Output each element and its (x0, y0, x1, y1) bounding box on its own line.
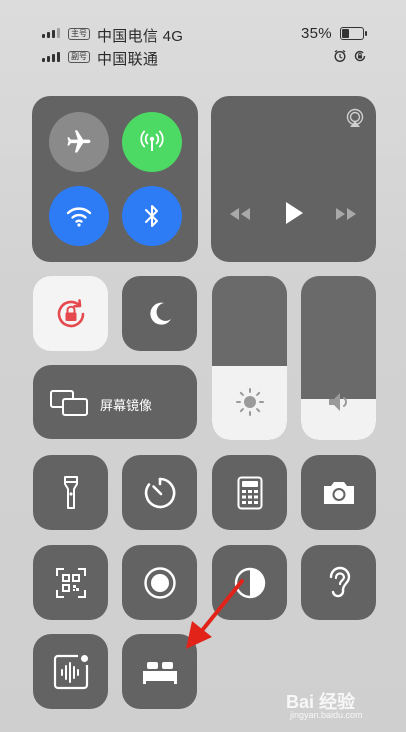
screen-mirroring-button[interactable]: 屏幕镜像 (33, 365, 197, 439)
orientation-lock-toggle[interactable] (33, 276, 108, 351)
fast-forward-icon[interactable] (334, 206, 358, 222)
sound-recognition-icon (53, 654, 88, 689)
volume-slider[interactable] (301, 276, 376, 440)
cellular-antenna-icon (140, 130, 164, 151)
battery-tip (365, 31, 367, 36)
sim2-signal-icon (42, 52, 60, 62)
connectivity-panel (32, 96, 198, 262)
cellular-data-toggle[interactable] (122, 112, 182, 172)
screen-mirroring-label: 屏幕镜像 (100, 398, 153, 413)
orientation-lock-icon (57, 298, 84, 327)
brightness-slider[interactable] (212, 276, 287, 440)
camera-icon (323, 481, 354, 504)
flashlight-icon (63, 475, 78, 509)
wifi-icon (66, 207, 92, 227)
moon-icon (149, 302, 171, 325)
screen-record-icon (143, 566, 176, 599)
sound-recognition-button[interactable] (33, 634, 108, 709)
annotation-arrow-icon (186, 579, 244, 649)
sim2-carrier: 中国联通 (97, 51, 159, 68)
ear-icon (329, 566, 350, 597)
sim1-carrier: 中国电信 4G (97, 28, 184, 45)
battery-icon (340, 27, 364, 40)
timer-button[interactable] (122, 455, 197, 530)
play-icon[interactable] (284, 201, 304, 225)
airplay-icon[interactable] (345, 108, 365, 128)
sim1-signal-icon (42, 28, 60, 38)
calculator-icon (237, 476, 262, 509)
flashlight-button[interactable] (33, 455, 108, 530)
calculator-button[interactable] (212, 455, 287, 530)
airplane-icon (67, 130, 91, 153)
sim1-badge: 主号 (68, 28, 90, 40)
bed-icon (142, 661, 177, 684)
do-not-disturb-toggle[interactable] (122, 276, 197, 351)
hearing-button[interactable] (301, 545, 376, 620)
bluetooth-toggle[interactable] (122, 186, 182, 246)
brightness-icon (236, 388, 264, 416)
alarm-icon (334, 49, 346, 63)
orientation-lock-status-icon (354, 50, 366, 62)
timer-icon (144, 477, 175, 508)
screen-mirroring-icon (50, 390, 88, 416)
rewind-icon[interactable] (228, 206, 252, 222)
watermark-url: jingyan.baidu.com (290, 710, 363, 720)
battery-fill (342, 29, 349, 38)
qr-code-scanner-button[interactable] (33, 545, 108, 620)
bluetooth-icon (145, 205, 158, 227)
qr-code-icon (55, 567, 86, 598)
camera-button[interactable] (301, 455, 376, 530)
wifi-toggle[interactable] (49, 186, 109, 246)
battery-percent: 35% (301, 25, 332, 42)
speaker-icon (329, 393, 347, 411)
now-playing-panel (211, 96, 376, 262)
sim2-badge: 副号 (68, 51, 90, 63)
airplane-mode-toggle[interactable] (49, 112, 109, 172)
